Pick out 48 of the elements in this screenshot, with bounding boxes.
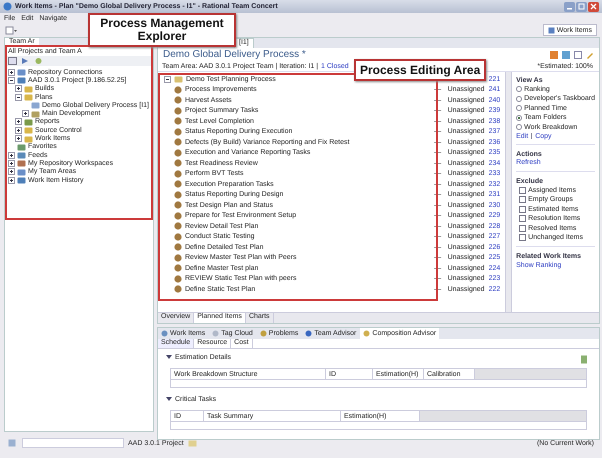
view-icon: [363, 330, 370, 337]
radio-button[interactable]: [516, 124, 522, 130]
radio-button[interactable]: [516, 114, 522, 121]
callout-label: Process Editing Area: [354, 59, 486, 81]
view-icon: [260, 330, 267, 337]
radio-button[interactable]: [516, 105, 522, 112]
radio-button[interactable]: [516, 86, 522, 92]
scrollbar[interactable]: [504, 72, 512, 312]
minimize-button[interactable]: [564, 2, 575, 12]
maximize-icon: [578, 3, 585, 10]
forward-icon[interactable]: [21, 57, 30, 65]
close-button[interactable]: [588, 2, 599, 12]
view-icon: [161, 330, 168, 337]
expander-icon[interactable]: [8, 76, 15, 84]
expander-icon[interactable]: [15, 94, 22, 101]
checkbox[interactable]: [519, 196, 526, 204]
perspective-icon: [548, 26, 555, 34]
toolbar-icon[interactable]: [580, 355, 589, 364]
expander-icon[interactable]: [164, 76, 171, 83]
checkbox[interactable]: [519, 224, 526, 232]
expander-icon[interactable]: [8, 160, 15, 167]
checkbox[interactable]: [519, 215, 526, 222]
expander-icon[interactable]: [22, 110, 29, 118]
checkbox[interactable]: [519, 234, 526, 242]
close-icon: [590, 3, 597, 10]
folder-icon: [188, 439, 197, 447]
expander-icon[interactable]: [166, 354, 172, 360]
folder-icon: [174, 75, 183, 84]
callout-label: Process Management Explorer: [88, 13, 236, 47]
expander-icon[interactable]: [8, 68, 15, 76]
maximize-button[interactable]: [576, 2, 587, 12]
expander-icon[interactable]: [15, 135, 22, 142]
radio-button[interactable]: [516, 96, 522, 102]
plan-title: Demo Global Delivery Process *: [163, 49, 306, 60]
expander-icon[interactable]: [8, 152, 15, 159]
expander-icon[interactable]: [15, 118, 22, 126]
app-icon: [3, 2, 12, 11]
new-icon[interactable]: [5, 26, 17, 34]
expander-icon[interactable]: [15, 126, 22, 134]
view-icon: [212, 330, 220, 337]
expander-icon[interactable]: [166, 396, 172, 402]
checkbox[interactable]: [519, 186, 526, 194]
view-icon: [305, 330, 312, 337]
expander-icon[interactable]: [8, 176, 15, 184]
checkbox[interactable]: [519, 206, 526, 213]
expander-icon[interactable]: [8, 168, 15, 176]
expander-icon[interactable]: [15, 85, 22, 92]
pencil-icon[interactable]: [586, 50, 594, 58]
